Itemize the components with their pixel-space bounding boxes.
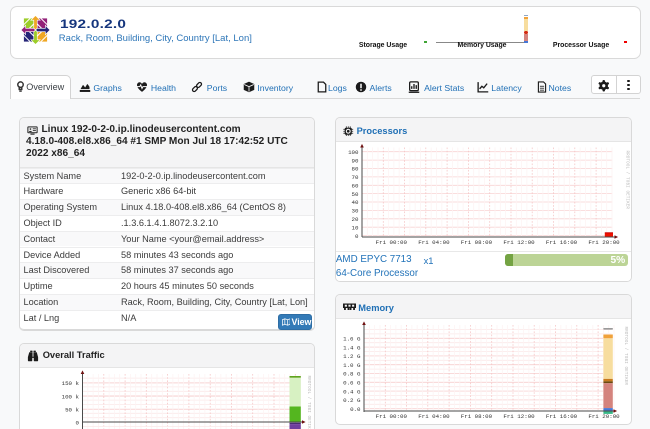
svg-text:Fri 16:00: Fri 16:00 (545, 413, 577, 420)
svg-text:0.4 G: 0.4 G (343, 388, 361, 395)
svg-text:RRDTOOL / TOBI OETIKER: RRDTOOL / TOBI OETIKER (623, 326, 628, 385)
svg-text:Fri 20:00: Fri 20:00 (588, 239, 620, 246)
svg-text:150 k: 150 k (62, 380, 80, 387)
svg-text:1.2 G: 1.2 G (343, 353, 361, 360)
svg-text:0.2 G: 0.2 G (343, 397, 361, 404)
svg-text:Fri 20:00: Fri 20:00 (588, 413, 620, 420)
svg-text:40: 40 (351, 199, 358, 206)
svg-text:0: 0 (355, 232, 359, 239)
svg-text:RRDTOOL / TOBI OETIKER: RRDTOOL / TOBI OETIKER (624, 150, 629, 209)
svg-text:Fri 00:00: Fri 00:00 (375, 413, 407, 420)
svg-text:20: 20 (351, 216, 358, 223)
svg-text:0.0: 0.0 (350, 405, 361, 412)
svg-text:RRDTOOL / TOBI OETIKER: RRDTOOL / TOBI OETIKER (306, 375, 311, 429)
svg-text:0.8 G: 0.8 G (343, 370, 361, 377)
svg-text:0.6 G: 0.6 G (343, 379, 361, 386)
svg-text:100 k: 100 k (62, 393, 80, 400)
svg-text:Fri 00:00: Fri 00:00 (375, 239, 407, 246)
svg-text:0: 0 (76, 419, 80, 426)
svg-text:10: 10 (351, 224, 358, 231)
svg-text:30: 30 (351, 207, 358, 214)
svg-text:50: 50 (351, 190, 358, 197)
svg-text:50 k: 50 k (65, 406, 79, 413)
svg-text:Fri 04:00: Fri 04:00 (418, 413, 450, 420)
svg-text:1.4 G: 1.4 G (343, 344, 361, 351)
svg-text:70: 70 (351, 174, 358, 181)
svg-text:Fri 04:00: Fri 04:00 (418, 239, 450, 246)
svg-text:60: 60 (351, 182, 358, 189)
svg-text:Fri 08:00: Fri 08:00 (460, 239, 492, 246)
svg-text:Fri 12:00: Fri 12:00 (503, 239, 535, 246)
svg-text:Fri 16:00: Fri 16:00 (545, 239, 577, 246)
svg-text:90: 90 (351, 157, 358, 164)
svg-text:1.6 G: 1.6 G (343, 335, 361, 342)
svg-text:80: 80 (351, 165, 358, 172)
svg-text:100: 100 (348, 148, 359, 155)
svg-text:1.0 G: 1.0 G (343, 361, 361, 368)
svg-text:Fri 08:00: Fri 08:00 (460, 413, 492, 420)
svg-text:Fri 12:00: Fri 12:00 (503, 413, 535, 420)
